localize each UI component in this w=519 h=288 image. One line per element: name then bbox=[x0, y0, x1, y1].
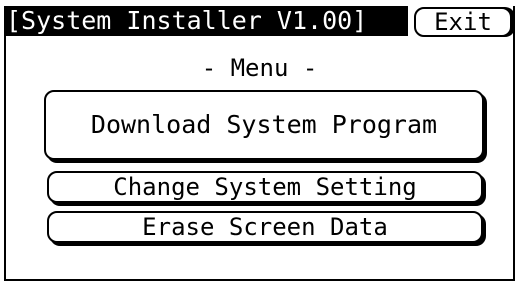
exit-button[interactable]: Exit bbox=[414, 7, 512, 37]
download-system-program-label: Download System Program bbox=[90, 110, 438, 139]
erase-screen-data-button[interactable]: Erase Screen Data bbox=[47, 211, 483, 243]
title-bar: [System Installer V1.00] bbox=[4, 6, 408, 36]
installer-screen: [System Installer V1.00] Exit - Menu - D… bbox=[0, 0, 519, 288]
change-system-setting-button[interactable]: Change System Setting bbox=[47, 171, 483, 203]
title-label: [System Installer V1.00] bbox=[6, 6, 368, 35]
change-system-setting-label: Change System Setting bbox=[113, 173, 417, 201]
download-system-program-button[interactable]: Download System Program bbox=[44, 90, 484, 160]
erase-screen-data-label: Erase Screen Data bbox=[142, 213, 388, 241]
exit-button-label: Exit bbox=[434, 8, 492, 36]
menu-heading: - Menu - bbox=[201, 54, 318, 82]
